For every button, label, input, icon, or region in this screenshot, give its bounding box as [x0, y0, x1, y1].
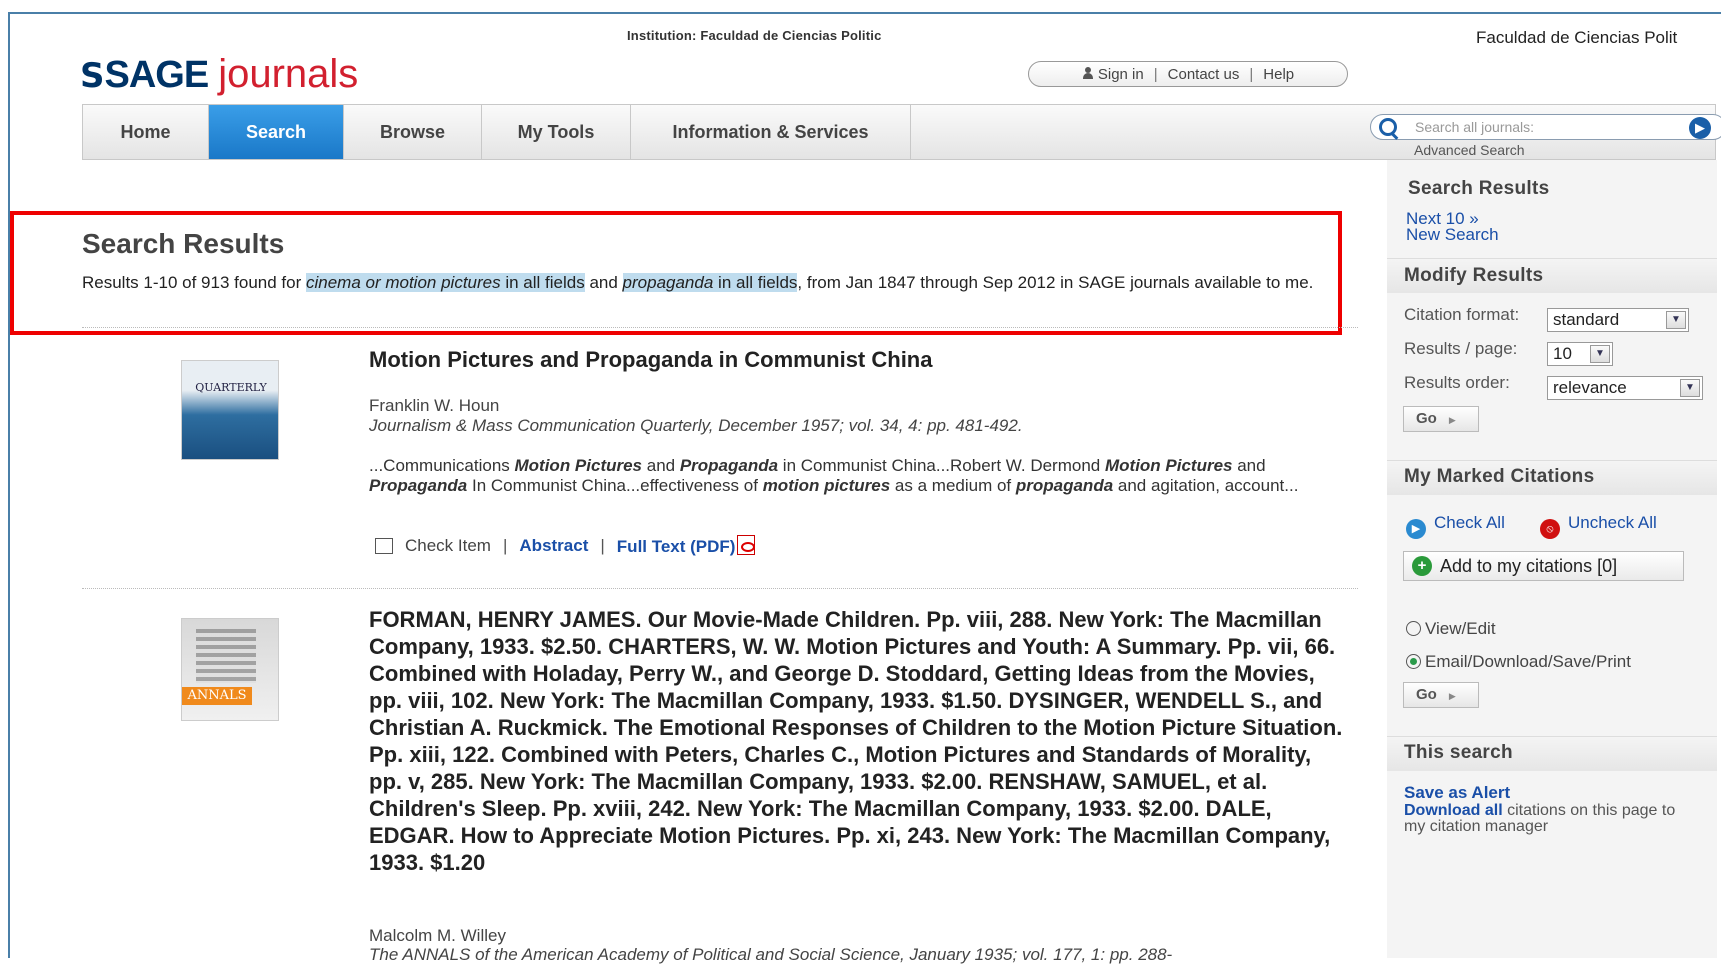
check-item-checkbox[interactable]	[375, 538, 393, 554]
separator: |	[1153, 65, 1158, 83]
uncheck-all-icon: ⦸	[1540, 519, 1560, 539]
divider	[82, 588, 1358, 589]
snippet-text: and	[642, 456, 680, 475]
chevron-down-icon: ▼	[1590, 345, 1610, 363]
pdf-icon	[737, 535, 756, 555]
snippet-text: and agitation, account...	[1113, 476, 1299, 495]
snippet-text: and	[1232, 456, 1266, 475]
results-per-page-label: Results / page:	[1404, 339, 1518, 358]
cover-title: ANNALS	[182, 687, 252, 705]
result-title[interactable]: Motion Pictures and Propaganda in Commun…	[369, 347, 932, 373]
search-journals-input[interactable]: Search all journals: ▶	[1370, 114, 1721, 140]
institution-name: Faculdad de Ciencias Polit	[1476, 28, 1678, 47]
chevron-down-icon: ▼	[1680, 379, 1700, 397]
search-term-2: propaganda in all fields	[622, 273, 798, 292]
full-text-pdf-link[interactable]: Full Text (PDF)	[617, 535, 756, 557]
check-item-label: Check Item	[405, 536, 491, 555]
results-per-page-select[interactable]: 10 ▼	[1547, 342, 1613, 366]
person-icon	[1082, 66, 1094, 79]
tab-my-tools[interactable]: My Tools	[482, 105, 631, 159]
citation-format-select[interactable]: standard ▼	[1547, 308, 1689, 332]
email-download-radio[interactable]	[1406, 654, 1421, 669]
snippet-keyword: motion pictures	[762, 476, 891, 495]
sage-s-icon: S	[80, 56, 105, 96]
account-bar: Sign in | Contact us | Help	[1028, 61, 1348, 87]
email-download-option[interactable]: Email/Download/Save/Print	[1406, 652, 1631, 672]
result-citation: Journalism & Mass Communication Quarterl…	[369, 416, 1023, 435]
snippet-text: as a medium of	[890, 476, 1016, 495]
snippet-text: in Communist China...Robert W. Dermond	[778, 456, 1105, 475]
search-placeholder: Search all journals:	[1415, 119, 1535, 135]
chevron-down-icon: ▼	[1666, 311, 1686, 329]
divider	[82, 327, 1358, 328]
check-all-link[interactable]: ▶ Check All	[1406, 513, 1505, 539]
tab-search[interactable]: Search	[209, 105, 344, 159]
snippet-keyword: propaganda	[1015, 476, 1114, 495]
logo-journals: journals	[218, 52, 359, 96]
check-all-icon: ▶	[1406, 519, 1426, 539]
search-term-1: cinema or motion pictures in all fields	[305, 273, 585, 292]
sage-journals-logo[interactable]: SSAGE journals	[80, 52, 358, 97]
result-snippet: ...Communications Motion Pictures and Pr…	[369, 456, 1329, 496]
sign-in-link[interactable]: Sign in	[1082, 66, 1144, 83]
separator: |	[502, 536, 508, 555]
go-button[interactable]: Go ▶	[1403, 682, 1479, 708]
abstract-link[interactable]: Abstract	[519, 536, 588, 556]
tab-browse[interactable]: Browse	[344, 105, 482, 159]
snippet-keyword: Motion Pictures	[514, 456, 643, 475]
results-order-label: Results order:	[1404, 373, 1510, 392]
contact-us-link[interactable]: Contact us	[1168, 66, 1240, 83]
result-citation: The ANNALS of the American Academy of Po…	[369, 945, 1173, 964]
save-as-alert-link[interactable]: Save as Alert	[1404, 783, 1510, 803]
view-edit-option[interactable]: View/Edit	[1406, 619, 1496, 639]
view-edit-radio[interactable]	[1406, 621, 1421, 636]
uncheck-all-link[interactable]: ⦸ Uncheck All	[1540, 513, 1657, 539]
journal-cover-thumbnail[interactable]: ANNALS	[181, 618, 279, 721]
search-icon	[1379, 118, 1397, 136]
separator: |	[600, 536, 605, 555]
add-to-citations-button[interactable]: + Add to my citations [0]	[1403, 551, 1684, 581]
cover-title: QUARTERLY	[195, 381, 267, 394]
separator: |	[1249, 65, 1254, 83]
arrow-right-icon: ▶	[1448, 691, 1456, 701]
cover-graphic	[196, 629, 256, 683]
this-search-heading: This search	[1404, 742, 1513, 763]
tab-home[interactable]: Home	[83, 105, 209, 159]
marked-citations-heading: My Marked Citations	[1404, 466, 1595, 487]
journal-cover-thumbnail[interactable]: QUARTERLY	[181, 360, 279, 460]
tab-information-services[interactable]: Information & Services	[631, 105, 911, 159]
modify-results-heading: Modify Results	[1404, 265, 1544, 286]
result-author: Franklin W. Houn	[369, 396, 500, 415]
snippet-keyword: Motion Pictures	[1104, 456, 1233, 475]
result-actions: Check Item | Abstract | Full Text (PDF)	[375, 535, 756, 557]
snippet-keyword: Propaganda	[679, 456, 779, 475]
download-all-text: Download all citations on this page to m…	[1404, 802, 1676, 835]
go-button[interactable]: Go ▶	[1403, 406, 1479, 432]
logo-sage: SAGE	[104, 54, 210, 96]
help-link[interactable]: Help	[1263, 66, 1294, 83]
snippet-text: In Communist China...effectiveness of	[467, 476, 763, 495]
download-all-link[interactable]: Download all	[1404, 802, 1503, 819]
new-search-link[interactable]: New Search	[1406, 225, 1499, 245]
results-order-select[interactable]: relevance ▼	[1547, 376, 1703, 400]
result-title[interactable]: FORMAN, HENRY JAMES. Our Movie-Made Chil…	[369, 606, 1349, 876]
snippet-text: ...Communications	[369, 456, 515, 475]
snippet-keyword: Propaganda	[369, 476, 468, 495]
search-go-icon[interactable]: ▶	[1689, 117, 1711, 139]
results-summary: Results 1-10 of 913 found for cinema or …	[82, 273, 1314, 292]
institution-label: Institution: Faculdad de Ciencias Politi…	[627, 28, 882, 43]
citation-format-label: Citation format:	[1404, 305, 1520, 324]
page-title: Search Results	[82, 228, 285, 259]
plus-icon: +	[1412, 556, 1432, 576]
advanced-search-link[interactable]: Advanced Search	[1414, 142, 1525, 158]
arrow-right-icon: ▶	[1448, 415, 1456, 425]
sidebar-search-results-heading: Search Results	[1408, 178, 1550, 199]
result-author: Malcolm M. Willey	[369, 926, 506, 945]
